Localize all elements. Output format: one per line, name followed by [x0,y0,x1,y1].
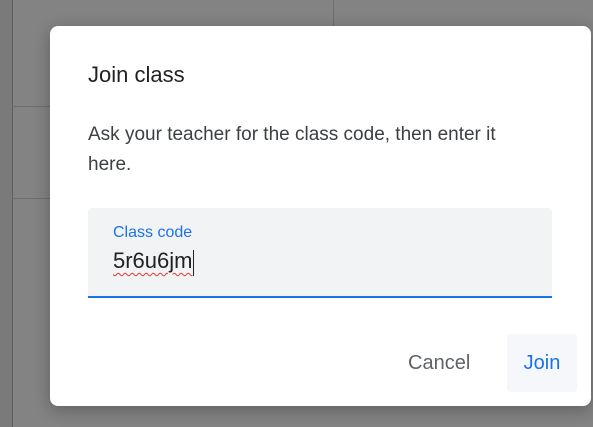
class-code-input[interactable]: 5r6u6jm [113,248,192,274]
join-button[interactable]: Join [507,334,577,392]
dialog-title: Join class [88,62,185,87]
background-divider [12,198,52,199]
join-class-dialog: Join class Ask your teacher for the clas… [50,26,591,406]
class-code-label: Class code [113,224,193,241]
cancel-button[interactable]: Cancel [394,334,484,392]
background-divider [12,106,52,107]
class-code-field[interactable]: Class code 5r6u6jm [88,208,552,298]
dialog-description: Ask your teacher for the class code, the… [88,124,496,175]
text-cursor [193,250,194,276]
